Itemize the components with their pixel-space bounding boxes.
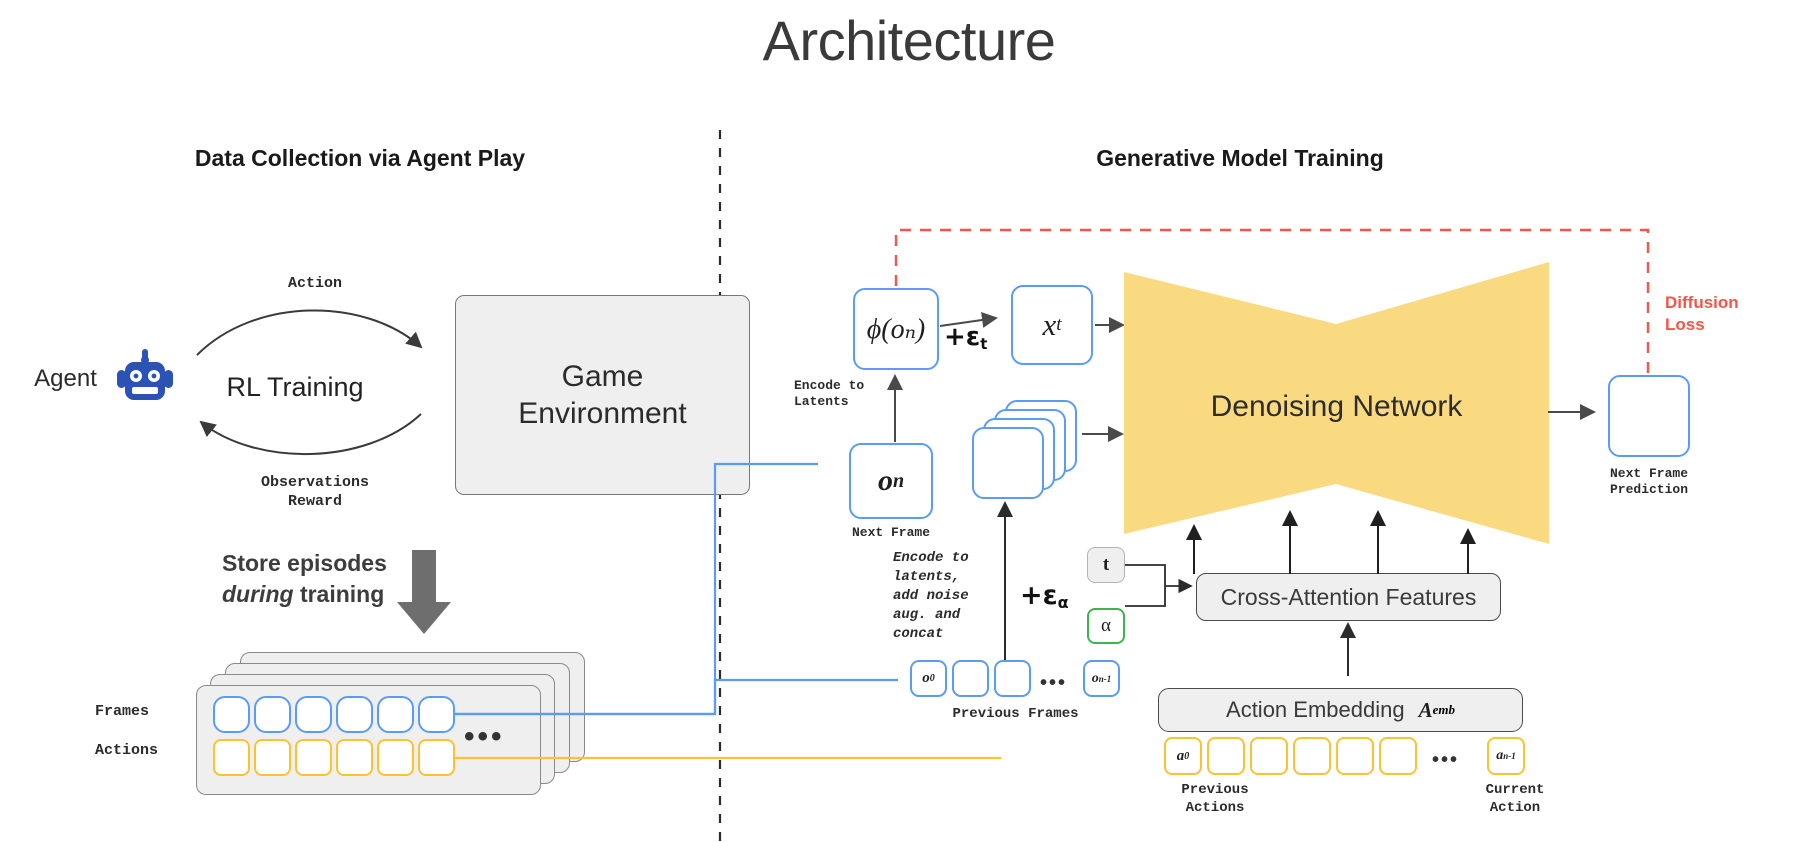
prev-action-0-sub: 0 bbox=[1184, 750, 1190, 762]
prev-action-1[interactable] bbox=[1207, 737, 1245, 775]
noise-epsilon-alpha: +εα bbox=[1020, 580, 1069, 612]
action-label: Action bbox=[287, 275, 342, 292]
store-episodes-line2: training bbox=[299, 581, 385, 608]
frame-cell-5[interactable] bbox=[377, 696, 414, 733]
embedding-to-crossattn-arrow bbox=[1340, 622, 1356, 676]
action-embedding-symbol: A bbox=[1418, 697, 1433, 722]
frames-label: Frames bbox=[95, 703, 150, 720]
denoising-network-label: Denoising Network bbox=[1210, 390, 1463, 423]
prev-frame-last-sub: n-1 bbox=[1098, 673, 1112, 684]
next-frame-prediction-caption: Next Frame Prediction bbox=[1609, 466, 1688, 498]
previous-actions-caption: Previous Actions bbox=[1181, 782, 1249, 816]
previous-frames-caption: Previous Frames bbox=[952, 706, 1079, 722]
frame-cell-1[interactable] bbox=[213, 696, 250, 733]
frame-cell-6[interactable] bbox=[418, 696, 455, 733]
prev-frame-0[interactable]: o0 bbox=[910, 660, 947, 697]
current-action-label: a bbox=[1496, 748, 1504, 763]
robot-icon bbox=[117, 349, 173, 400]
architecture-diagram-page: Architecture Data Collection via Agent P… bbox=[0, 0, 1818, 842]
left-panel-heading: Data Collection via Agent Play bbox=[194, 145, 526, 171]
action-cell-2[interactable] bbox=[254, 739, 291, 776]
frame-cell-3[interactable] bbox=[295, 696, 332, 733]
encode-concat-label: Encode to latents, add noise aug. and co… bbox=[893, 550, 969, 642]
alpha-label: α bbox=[1101, 615, 1111, 636]
action-embedding-box[interactable]: Action Embedding Aemb bbox=[1158, 688, 1523, 732]
prev-action-3[interactable] bbox=[1293, 737, 1331, 775]
cross-attention-label: Cross-Attention Features bbox=[1220, 583, 1477, 610]
agent-label: Agent bbox=[34, 365, 97, 392]
timestep-box[interactable]: t bbox=[1087, 547, 1125, 583]
game-environment-label: Game Environment bbox=[518, 359, 687, 431]
timestep-label: t bbox=[1102, 554, 1110, 575]
diffusion-loss-label: Diffusion Loss bbox=[1665, 293, 1739, 335]
frame-cell-2[interactable] bbox=[254, 696, 291, 733]
prev-action-2[interactable] bbox=[1250, 737, 1288, 775]
prev-action-5[interactable] bbox=[1379, 737, 1417, 775]
prev-frame-1[interactable] bbox=[952, 660, 989, 697]
action-embedding-symbol-sub: emb bbox=[1432, 702, 1455, 717]
observations-arrow bbox=[199, 413, 422, 456]
observations-reward-label: Observations Reward bbox=[260, 474, 370, 510]
noise-alpha-label: +ε bbox=[1020, 580, 1058, 611]
action-cell-3[interactable] bbox=[295, 739, 332, 776]
action-cell-5[interactable] bbox=[377, 739, 414, 776]
prev-frame-last-label: o bbox=[1091, 670, 1099, 686]
diffusion-loss-path bbox=[894, 228, 1650, 376]
action-cell-1[interactable] bbox=[213, 739, 250, 776]
store-episodes-italic: during bbox=[222, 581, 294, 608]
next-frame-caption: Next Frame bbox=[851, 525, 930, 540]
prev-action-0-label: a bbox=[1176, 747, 1185, 764]
action-cell-4[interactable] bbox=[336, 739, 373, 776]
actions-label: Actions bbox=[95, 742, 159, 759]
latent-stack-1 bbox=[972, 427, 1044, 499]
prev-frames-ellipsis: ••• bbox=[1040, 672, 1068, 694]
prev-actions-ellipsis: ••• bbox=[1432, 749, 1460, 771]
prev-action-0[interactable]: a0 bbox=[1164, 737, 1202, 775]
action-cell-6[interactable] bbox=[418, 739, 455, 776]
current-action-sub: n-1 bbox=[1503, 751, 1516, 761]
rl-training-label: RL Training bbox=[226, 372, 364, 402]
right-panel-heading: Generative Model Training bbox=[1096, 145, 1384, 171]
cross-attention-box[interactable]: Cross-Attention Features bbox=[1196, 573, 1501, 621]
page-title: Architecture bbox=[762, 9, 1056, 72]
next-frame-box[interactable]: on bbox=[849, 443, 933, 519]
prev-frame-last[interactable]: o n-1 bbox=[1083, 660, 1120, 697]
current-action-box[interactable]: a n-1 bbox=[1487, 737, 1525, 775]
action-embedding-label: Action Embedding bbox=[1226, 697, 1405, 722]
store-arrow-icon bbox=[397, 550, 451, 634]
prev-frame-2[interactable] bbox=[994, 660, 1031, 697]
frame-cell-4[interactable] bbox=[336, 696, 373, 733]
alpha-box[interactable]: α bbox=[1087, 608, 1125, 644]
next-frame-sub: n bbox=[892, 469, 905, 492]
next-frame-label: o bbox=[877, 464, 893, 497]
prev-frames-to-latents-arrow bbox=[997, 501, 1013, 668]
prev-action-4[interactable] bbox=[1336, 737, 1374, 775]
network-to-prediction-arrow bbox=[1548, 404, 1596, 420]
noise-alpha-sub: α bbox=[1057, 593, 1069, 613]
prev-frame-0-sub: 0 bbox=[929, 673, 935, 684]
prev-frame-0-label: o bbox=[922, 670, 930, 686]
cross-attention-to-network-arrows bbox=[1186, 510, 1476, 574]
action-arrow bbox=[196, 309, 423, 356]
current-action-caption: Current Action bbox=[1485, 782, 1545, 816]
